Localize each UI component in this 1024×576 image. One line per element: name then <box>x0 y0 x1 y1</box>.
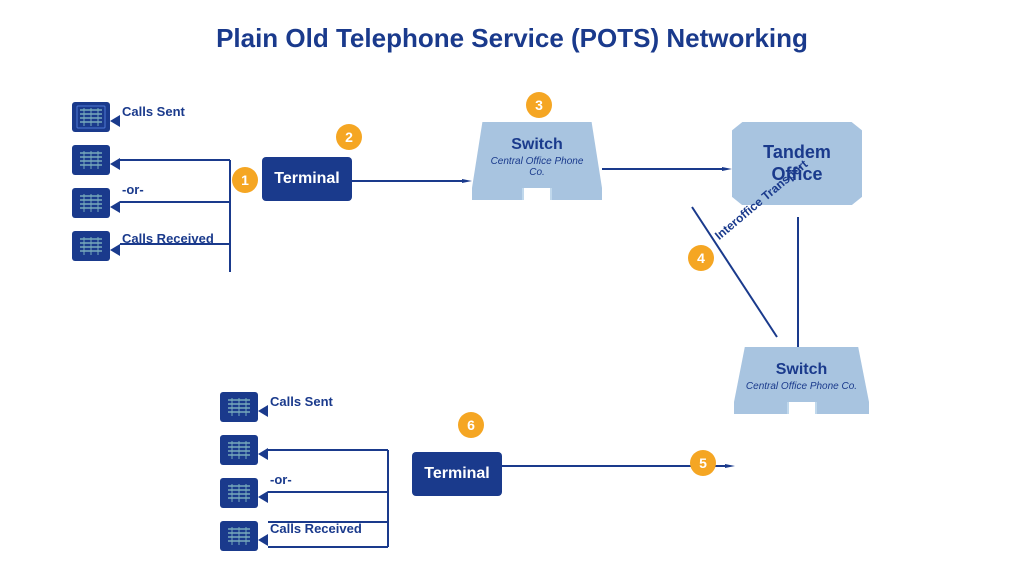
phone-icon-2b <box>220 435 258 470</box>
line-tandem-to-switch2 <box>796 217 800 347</box>
switch-top-label: Switch <box>482 136 592 154</box>
phone-icon-1c <box>72 188 110 223</box>
terminal-bottom: Terminal <box>412 452 502 496</box>
badge-5: 5 <box>690 450 716 476</box>
badge-1: 1 <box>232 167 258 193</box>
switch-bottom-label: Switch <box>744 361 859 379</box>
phone-icon-2c <box>220 478 258 513</box>
switch-bottom: Switch Central Office Phone Co. <box>734 347 869 414</box>
line-terminal-to-switch-top <box>352 179 472 183</box>
page-title: Plain Old Telephone Service (POTS) Netwo… <box>42 23 982 54</box>
badge-2: 2 <box>336 124 362 150</box>
phone-icon-1b <box>72 145 110 180</box>
phone-icon-1d <box>72 231 110 266</box>
terminal-top: Terminal <box>262 157 352 201</box>
switch-top-sub: Central Office Phone Co. <box>482 156 592 178</box>
diagram-container: Plain Old Telephone Service (POTS) Netwo… <box>22 13 1002 563</box>
switch-bottom-sub: Central Office Phone Co. <box>744 381 859 392</box>
switch-top: Switch Central Office Phone Co. <box>472 122 602 200</box>
line-switch-to-tandem <box>602 167 732 171</box>
badge-6: 6 <box>458 412 484 438</box>
diagram-area: Calls Sent -or- Calls Received <box>42 62 982 542</box>
phone-icon-1a <box>72 102 110 137</box>
phone-icon-2d <box>220 521 258 556</box>
lines-top-phones <box>110 102 250 272</box>
phone-icon-2a <box>220 392 258 427</box>
badge-3: 3 <box>526 92 552 118</box>
lines-bottom-phones <box>258 392 418 557</box>
